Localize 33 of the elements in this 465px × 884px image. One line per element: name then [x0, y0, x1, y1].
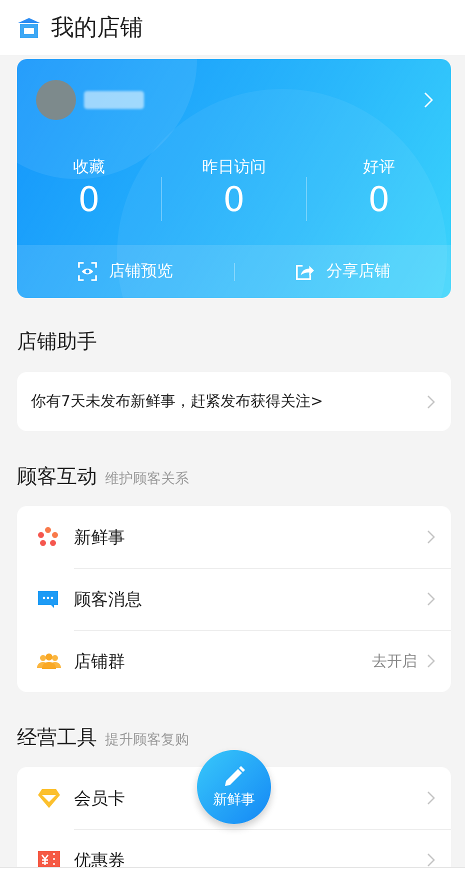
- chevron-icon: [427, 791, 435, 805]
- blurred-name: [84, 91, 144, 109]
- section-subtitle: 维护顾客关系: [105, 470, 189, 488]
- chevron-icon: [427, 394, 435, 408]
- list-item[interactable]: 店铺群 去开启: [17, 630, 451, 692]
- list-item[interactable]: 顾客消息: [17, 568, 451, 630]
- eye-scan-icon: [78, 262, 97, 281]
- section-title: 顾客互动: [17, 463, 97, 490]
- stat-label: 收藏: [73, 157, 105, 178]
- section-subtitle: 提升顾客复购: [105, 731, 189, 749]
- notice-row[interactable]: 你有7天未发布新鲜事，赶紧发布获得关注>: [17, 372, 451, 431]
- chat-icon: [37, 589, 59, 609]
- people-icon: [37, 652, 61, 670]
- stat-value: 0: [223, 180, 245, 220]
- avatar[interactable]: [36, 80, 76, 120]
- diamond-icon: [37, 786, 61, 810]
- chevron-icon: [427, 530, 435, 544]
- store-icon: [17, 16, 41, 40]
- chevron-icon[interactable]: [424, 92, 433, 108]
- stat-label: 昨日访问: [202, 157, 266, 178]
- stat-label: 好评: [363, 157, 395, 178]
- page-title: 我的店铺: [51, 14, 143, 43]
- pencil-icon: [222, 765, 246, 789]
- section-title: 店铺助手: [17, 328, 98, 355]
- section-title: 经营工具: [17, 724, 97, 751]
- stat-value: 0: [78, 180, 100, 220]
- share-icon: [295, 262, 314, 281]
- list-item[interactable]: 新鲜事: [17, 506, 451, 568]
- chevron-icon: [427, 592, 435, 606]
- chevron-icon: [427, 654, 435, 668]
- flower-icon: [37, 526, 59, 548]
- stat-value: 0: [368, 180, 390, 220]
- chevron-icon: [427, 853, 435, 867]
